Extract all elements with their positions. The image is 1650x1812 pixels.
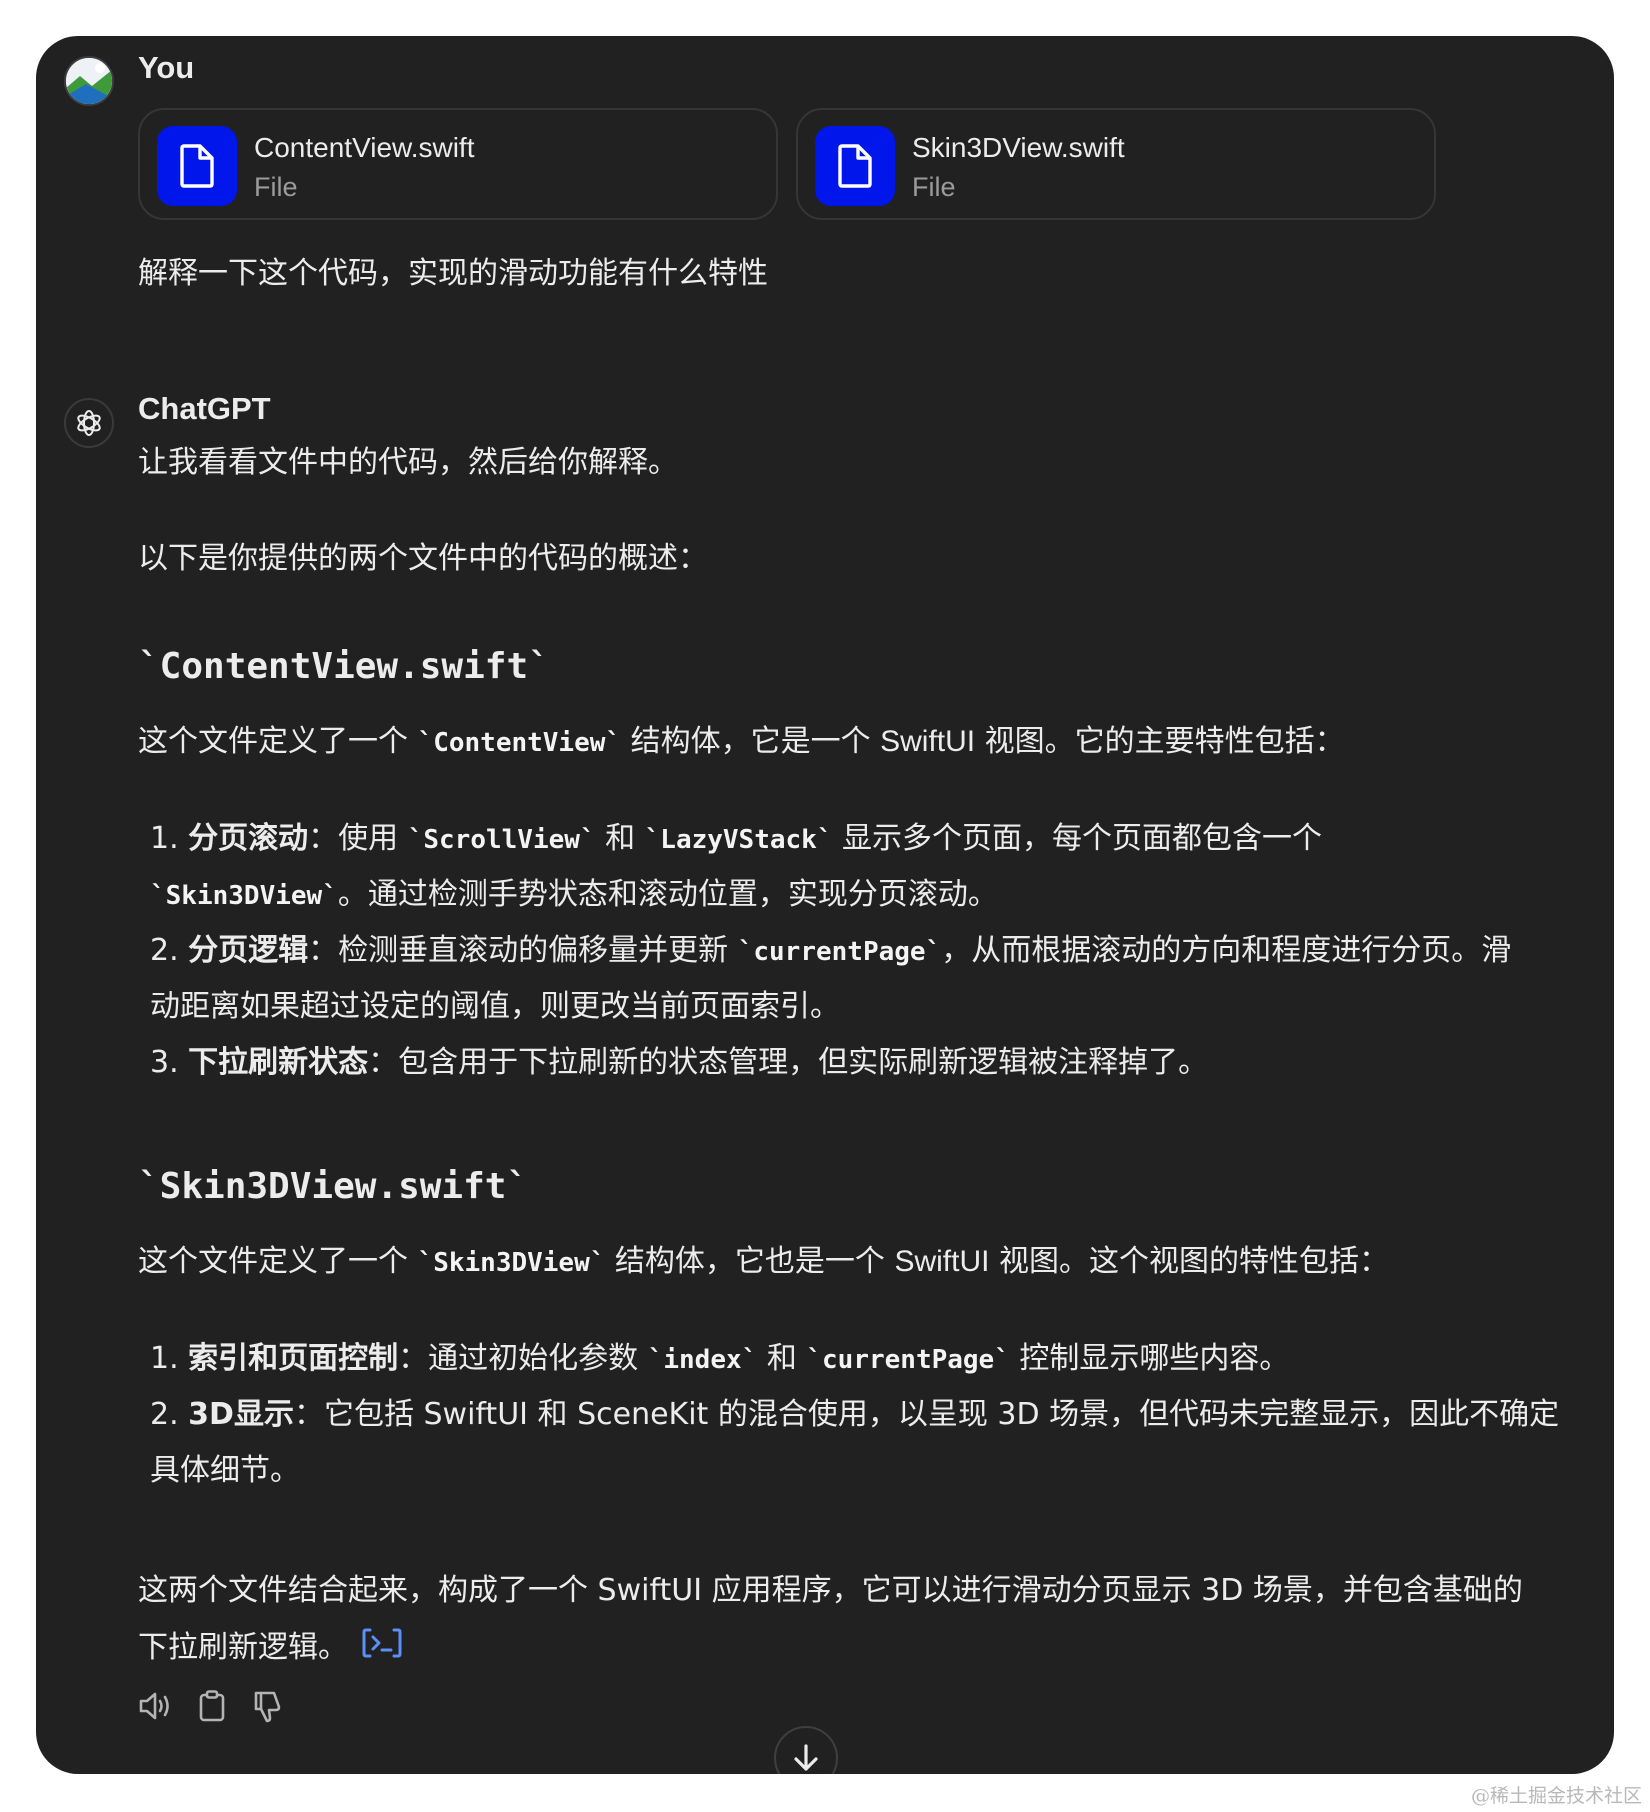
inline-code: `Skin3DView` — [417, 1248, 606, 1278]
text-span: ：检测垂直滚动的偏移量并更新 — [308, 933, 738, 968]
file-type: File — [912, 172, 956, 202]
list-item-continuation: 动距离如果超过设定的阈值，则更改当前页面索引。 — [150, 989, 840, 1024]
text-span: 和 — [757, 1341, 807, 1376]
text-span: 结构体，它是一个 — [621, 724, 881, 759]
list-item: 3. 下拉刷新状态：包含用于下拉刷新的状态管理，但实际刷新逻辑被注释掉了。 — [150, 1043, 1208, 1083]
text-span: ：使用 — [308, 821, 408, 856]
chatgpt-avatar — [64, 398, 114, 448]
watermark: @稀土掘金技术社区 — [1470, 1785, 1642, 1807]
code-interpreter-icon[interactable] — [362, 1627, 402, 1670]
assistant-overview: 以下是你提供的两个文件中的代码的概述： — [138, 541, 708, 576]
text-span: ：包含用于下拉刷新的状态管理，但实际刷新逻辑被注释掉了。 — [368, 1045, 1209, 1080]
document-icon — [157, 126, 237, 206]
text-span: ：通过初始化参数 — [398, 1341, 648, 1376]
list-item-continuation: 具体细节。 — [150, 1453, 300, 1488]
document-icon — [815, 126, 895, 206]
list-item-title: 分页滚动 — [188, 821, 309, 856]
text-span: 。通过检测手势状态和滚动位置，实现分页滚动。 — [337, 877, 998, 912]
text-span: 结构体，它也是一个 — [605, 1244, 895, 1279]
list-item: 1. 分页滚动：使用 `ScrollView` 和 `LazyVStack` 显… — [150, 819, 1322, 860]
section1-description: 这个文件定义了一个 `ContentView` 结构体，它是一个 SwiftUI… — [138, 722, 1345, 763]
assistant-intro: 让我看看文件中的代码，然后给你解释。 — [138, 445, 678, 480]
section-heading-skin3dview: `Skin3DView.swift` — [138, 1166, 529, 1207]
list-item: 2. 3D显示：它包括 SwiftUI 和 SceneKit 的混合使用，以呈现… — [150, 1395, 1559, 1435]
text-span: ，从而根据滚动的方向和程度进行分页。滑 — [941, 933, 1512, 968]
file-card-contentview[interactable]: ContentView.swift File — [138, 108, 778, 220]
inline-code: `ScrollView` — [407, 825, 596, 855]
inline-code: `currentPage` — [806, 1345, 1010, 1375]
read-aloud-icon[interactable] — [136, 1686, 176, 1726]
copy-icon[interactable] — [192, 1686, 232, 1726]
openai-logo-icon — [77, 410, 101, 436]
text-span: 这个文件定义了一个 — [138, 1244, 418, 1279]
user-avatar — [64, 56, 114, 106]
list-item: 2. 分页逻辑：检测垂直滚动的偏移量并更新 `currentPage`，从而根据… — [150, 931, 1511, 972]
inline-code: `LazyVStack` — [644, 825, 833, 855]
text-span: 这个文件定义了一个 — [138, 724, 418, 759]
list-item: 1. 索引和页面控制：通过初始化参数 `index` 和 `currentPag… — [150, 1339, 1289, 1380]
list-item-title: 索引和页面控制 — [188, 1341, 399, 1376]
text-span: 和 — [595, 821, 645, 856]
section2-description: 这个文件定义了一个 `Skin3DView` 结构体，它也是一个 SwiftUI… — [138, 1242, 1389, 1283]
file-name: Skin3DView.swift — [912, 132, 1125, 163]
inline-code: `ContentView` — [417, 728, 622, 758]
text-span: 视图。它的主要特性包括： — [975, 724, 1345, 759]
thumbs-down-icon[interactable] — [248, 1686, 288, 1726]
list-item-title: 分页逻辑 — [188, 933, 309, 968]
file-name: ContentView.swift — [254, 132, 475, 163]
text-span: 控制显示哪些内容。 — [1009, 1341, 1290, 1376]
summary-line: 这两个文件结合起来，构成了一个 SwiftUI 应用程序，它可以进行滑动分页显示… — [138, 1573, 1523, 1608]
file-card-skin3dview[interactable]: Skin3DView.swift File — [796, 108, 1436, 220]
chat-panel: You ContentView.swift File Skin3DView.sw… — [36, 36, 1614, 1774]
summary-line: 下拉刷新逻辑。 — [138, 1627, 402, 1670]
user-message: 解释一下这个代码，实现的滑动功能有什么特性 — [138, 256, 768, 291]
inline-code: `currentPage` — [737, 937, 942, 967]
text-span: SwiftUI — [894, 1245, 990, 1278]
assistant-name: ChatGPT — [138, 391, 271, 426]
text-span: 显示多个页面，每个页面都包含一个 — [832, 821, 1323, 856]
list-item-title: 3D显示 — [188, 1397, 294, 1432]
text-span: ：它包括 SwiftUI 和 SceneKit 的混合使用，以呈现 3D 场景，… — [293, 1397, 1560, 1432]
section-heading-contentview: `ContentView.swift` — [138, 646, 550, 687]
text-span: 下拉刷新逻辑。 — [138, 1630, 348, 1665]
user-name: You — [138, 50, 195, 85]
text-span: 视图。这个视图的特性包括： — [989, 1244, 1390, 1279]
inline-code: `Skin3DView` — [150, 881, 338, 911]
list-number: 1. — [150, 821, 189, 856]
list-number: 1. — [150, 1341, 189, 1376]
list-number: 3. — [150, 1045, 189, 1080]
list-item-continuation: `Skin3DView`。通过检测手势状态和滚动位置，实现分页滚动。 — [150, 875, 998, 916]
landscape-avatar-icon — [66, 58, 112, 104]
list-item-title: 下拉刷新状态 — [188, 1045, 369, 1080]
file-type: File — [254, 172, 298, 202]
inline-code: `index` — [647, 1345, 758, 1375]
arrow-down-icon — [794, 1744, 818, 1771]
scroll-to-bottom-button[interactable] — [774, 1726, 838, 1774]
list-number: 2. — [150, 1397, 189, 1432]
list-number: 2. — [150, 933, 189, 968]
text-span: SwiftUI — [880, 725, 976, 758]
